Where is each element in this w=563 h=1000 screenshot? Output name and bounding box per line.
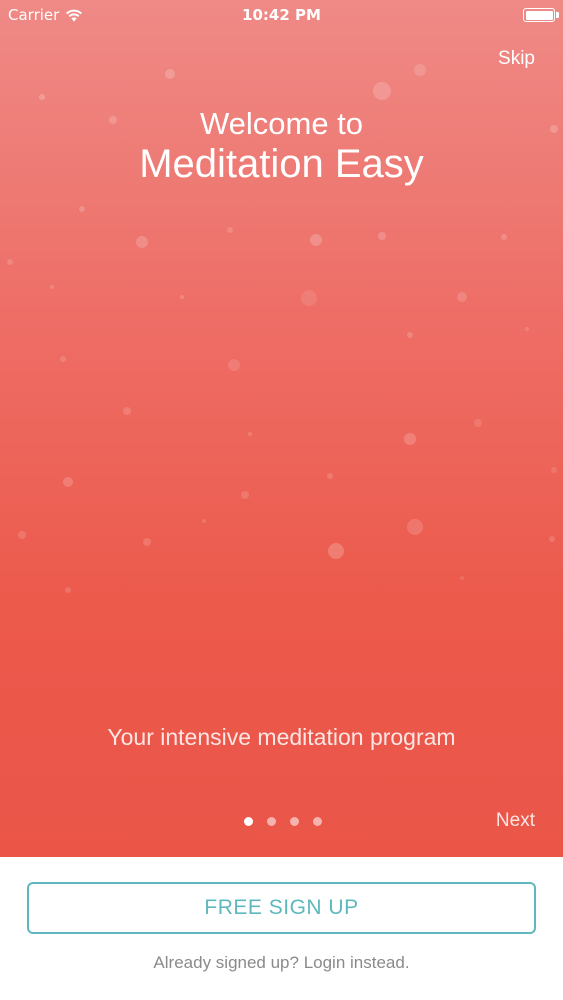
page-dot[interactable] [267,817,276,826]
battery-fill [525,10,553,20]
page-indicator[interactable] [244,817,322,826]
page-dot[interactable] [313,817,322,826]
page-dot[interactable] [290,817,299,826]
battery-icon [523,8,555,22]
tagline-text: Your intensive meditation program [107,724,456,750]
app-name-title: Meditation Easy [139,142,424,186]
next-button[interactable]: Next [496,810,535,832]
status-bar: Carrier 10:42 PM [0,0,563,30]
skip-button[interactable]: Skip [498,48,535,70]
free-signup-button[interactable]: FREE SIGN UP [27,882,536,934]
status-time: 10:42 PM [242,6,321,24]
bottom-panel: FREE SIGN UP Already signed up? Login in… [0,857,563,1000]
welcome-heading: Welcome to [199,106,364,141]
onboarding-hero: Carrier 10:42 PM Skip Welcome to Meditat… [0,0,563,857]
battery-tip [556,12,559,18]
login-link[interactable]: Already signed up? Login instead. [0,953,563,973]
page-dot[interactable] [244,817,253,826]
